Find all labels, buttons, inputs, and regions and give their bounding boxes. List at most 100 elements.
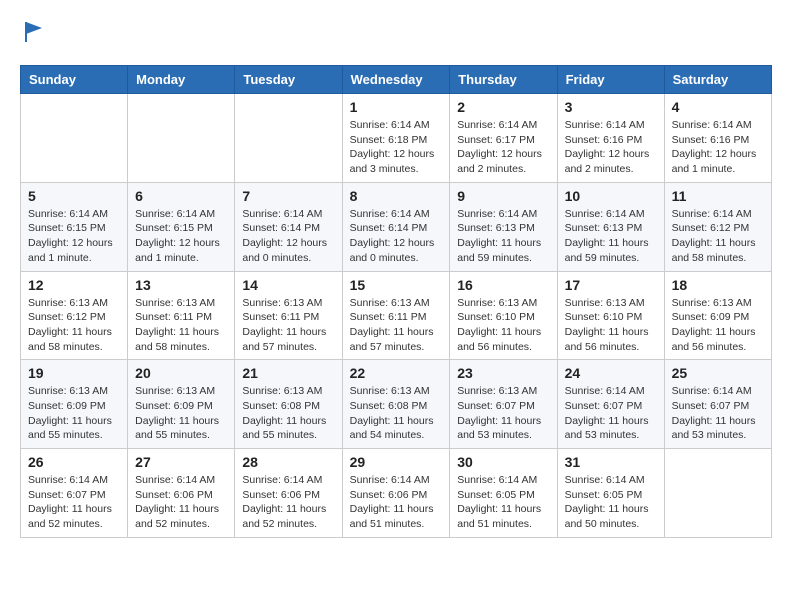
- cell-day-number: 9: [457, 188, 549, 204]
- day-header-tuesday: Tuesday: [235, 66, 342, 94]
- cell-info-text: Sunrise: 6:14 AMSunset: 6:07 PMDaylight:…: [565, 384, 657, 443]
- calendar-cell: 20 Sunrise: 6:13 AMSunset: 6:09 PMDayligh…: [128, 360, 235, 449]
- cell-day-number: 23: [457, 365, 549, 381]
- cell-info-text: Sunrise: 6:14 AMSunset: 6:07 PMDaylight:…: [672, 384, 764, 443]
- cell-info-text: Sunrise: 6:13 AMSunset: 6:11 PMDaylight:…: [242, 296, 334, 355]
- cell-info-text: Sunrise: 6:14 AMSunset: 6:13 PMDaylight:…: [457, 207, 549, 266]
- calendar-table: SundayMondayTuesdayWednesdayThursdayFrid…: [20, 65, 772, 538]
- cell-info-text: Sunrise: 6:14 AMSunset: 6:06 PMDaylight:…: [350, 473, 443, 532]
- cell-info-text: Sunrise: 6:14 AMSunset: 6:14 PMDaylight:…: [242, 207, 334, 266]
- cell-info-text: Sunrise: 6:13 AMSunset: 6:08 PMDaylight:…: [242, 384, 334, 443]
- cell-info-text: Sunrise: 6:14 AMSunset: 6:15 PMDaylight:…: [28, 207, 120, 266]
- cell-day-number: 29: [350, 454, 443, 470]
- calendar-week-3: 12 Sunrise: 6:13 AMSunset: 6:12 PMDayligh…: [21, 271, 772, 360]
- day-header-wednesday: Wednesday: [342, 66, 450, 94]
- day-header-saturday: Saturday: [664, 66, 771, 94]
- cell-day-number: 24: [565, 365, 657, 381]
- cell-info-text: Sunrise: 6:14 AMSunset: 6:13 PMDaylight:…: [565, 207, 657, 266]
- calendar-cell: 14 Sunrise: 6:13 AMSunset: 6:11 PMDayligh…: [235, 271, 342, 360]
- cell-info-text: Sunrise: 6:14 AMSunset: 6:18 PMDaylight:…: [350, 118, 443, 177]
- day-header-monday: Monday: [128, 66, 235, 94]
- cell-info-text: Sunrise: 6:14 AMSunset: 6:14 PMDaylight:…: [350, 207, 443, 266]
- calendar-cell: 8 Sunrise: 6:14 AMSunset: 6:14 PMDaylight…: [342, 182, 450, 271]
- cell-day-number: 25: [672, 365, 764, 381]
- calendar-cell: 1 Sunrise: 6:14 AMSunset: 6:18 PMDaylight…: [342, 94, 450, 183]
- cell-day-number: 19: [28, 365, 120, 381]
- cell-day-number: 11: [672, 188, 764, 204]
- cell-info-text: Sunrise: 6:14 AMSunset: 6:15 PMDaylight:…: [135, 207, 227, 266]
- calendar-cell: [21, 94, 128, 183]
- calendar-cell: 22 Sunrise: 6:13 AMSunset: 6:08 PMDayligh…: [342, 360, 450, 449]
- cell-info-text: Sunrise: 6:14 AMSunset: 6:05 PMDaylight:…: [457, 473, 549, 532]
- calendar-cell: [235, 94, 342, 183]
- cell-info-text: Sunrise: 6:14 AMSunset: 6:05 PMDaylight:…: [565, 473, 657, 532]
- calendar-cell: [664, 449, 771, 538]
- cell-info-text: Sunrise: 6:13 AMSunset: 6:10 PMDaylight:…: [457, 296, 549, 355]
- cell-info-text: Sunrise: 6:13 AMSunset: 6:07 PMDaylight:…: [457, 384, 549, 443]
- calendar-cell: 4Sunrise: 6:14 AMSunset: 6:16 PMDaylight…: [664, 94, 771, 183]
- calendar-cell: 28Sunrise: 6:14 AMSunset: 6:06 PMDayligh…: [235, 449, 342, 538]
- day-header-thursday: Thursday: [450, 66, 557, 94]
- day-header-sunday: Sunday: [21, 66, 128, 94]
- cell-info-text: Sunrise: 6:13 AMSunset: 6:09 PMDaylight:…: [28, 384, 120, 443]
- cell-info-text: Sunrise: 6:13 AMSunset: 6:11 PMDaylight:…: [350, 296, 443, 355]
- calendar-week-5: 26Sunrise: 6:14 AMSunset: 6:07 PMDayligh…: [21, 449, 772, 538]
- calendar-cell: 6Sunrise: 6:14 AMSunset: 6:15 PMDaylight…: [128, 182, 235, 271]
- cell-day-number: 27: [135, 454, 227, 470]
- cell-day-number: 21: [242, 365, 334, 381]
- logo: [20, 20, 46, 49]
- calendar-cell: [128, 94, 235, 183]
- cell-day-number: 16: [457, 277, 549, 293]
- calendar-cell: 21 Sunrise: 6:13 AMSunset: 6:08 PMDayligh…: [235, 360, 342, 449]
- cell-info-text: Sunrise: 6:13 AMSunset: 6:08 PMDaylight:…: [350, 384, 443, 443]
- calendar-header: SundayMondayTuesdayWednesdayThursdayFrid…: [21, 66, 772, 94]
- calendar-cell: 11 Sunrise: 6:14 AMSunset: 6:12 PMDayligh…: [664, 182, 771, 271]
- cell-day-number: 12: [28, 277, 120, 293]
- cell-day-number: 8: [350, 188, 443, 204]
- calendar-cell: 26Sunrise: 6:14 AMSunset: 6:07 PMDayligh…: [21, 449, 128, 538]
- calendar-cell: 25 Sunrise: 6:14 AMSunset: 6:07 PMDayligh…: [664, 360, 771, 449]
- cell-day-number: 22: [350, 365, 443, 381]
- cell-info-text: Sunrise: 6:13 AMSunset: 6:09 PMDaylight:…: [135, 384, 227, 443]
- calendar-cell: 3 Sunrise: 6:14 AMSunset: 6:16 PMDaylight…: [557, 94, 664, 183]
- cell-day-number: 20: [135, 365, 227, 381]
- logo-text: [20, 20, 46, 49]
- cell-day-number: 13: [135, 277, 227, 293]
- cell-day-number: 26: [28, 454, 120, 470]
- calendar-cell: 13 Sunrise: 6:13 AMSunset: 6:11 PMDayligh…: [128, 271, 235, 360]
- cell-day-number: 18: [672, 277, 764, 293]
- cell-info-text: Sunrise: 6:14 AMSunset: 6:06 PMDaylight:…: [135, 473, 227, 532]
- calendar-cell: 7 Sunrise: 6:14 AMSunset: 6:14 PMDaylight…: [235, 182, 342, 271]
- cell-day-number: 14: [242, 277, 334, 293]
- calendar-cell: 15 Sunrise: 6:13 AMSunset: 6:11 PMDayligh…: [342, 271, 450, 360]
- calendar-cell: 30Sunrise: 6:14 AMSunset: 6:05 PMDayligh…: [450, 449, 557, 538]
- calendar-cell: 29 Sunrise: 6:14 AMSunset: 6:06 PMDayligh…: [342, 449, 450, 538]
- calendar-cell: 16 Sunrise: 6:13 AMSunset: 6:10 PMDayligh…: [450, 271, 557, 360]
- cell-day-number: 3: [565, 99, 657, 115]
- cell-day-number: 31: [565, 454, 657, 470]
- cell-info-text: Sunrise: 6:13 AMSunset: 6:12 PMDaylight:…: [28, 296, 120, 355]
- calendar-week-2: 5 Sunrise: 6:14 AMSunset: 6:15 PMDaylight…: [21, 182, 772, 271]
- cell-info-text: Sunrise: 6:14 AMSunset: 6:16 PMDaylight:…: [565, 118, 657, 177]
- cell-info-text: Sunrise: 6:14 AMSunset: 6:17 PMDaylight:…: [457, 118, 549, 177]
- cell-day-number: 7: [242, 188, 334, 204]
- calendar-cell: 31 Sunrise: 6:14 AMSunset: 6:05 PMDayligh…: [557, 449, 664, 538]
- logo-flag-icon: [22, 20, 46, 44]
- cell-info-text: Sunrise: 6:14 AMSunset: 6:12 PMDaylight:…: [672, 207, 764, 266]
- calendar-cell: 2Sunrise: 6:14 AMSunset: 6:17 PMDaylight…: [450, 94, 557, 183]
- cell-day-number: 28: [242, 454, 334, 470]
- cell-day-number: 4: [672, 99, 764, 115]
- cell-day-number: 15: [350, 277, 443, 293]
- cell-info-text: Sunrise: 6:13 AMSunset: 6:09 PMDaylight:…: [672, 296, 764, 355]
- calendar-cell: 24 Sunrise: 6:14 AMSunset: 6:07 PMDayligh…: [557, 360, 664, 449]
- calendar-week-1: 1 Sunrise: 6:14 AMSunset: 6:18 PMDaylight…: [21, 94, 772, 183]
- calendar-cell: 12 Sunrise: 6:13 AMSunset: 6:12 PMDayligh…: [21, 271, 128, 360]
- cell-day-number: 5: [28, 188, 120, 204]
- day-header-friday: Friday: [557, 66, 664, 94]
- cell-day-number: 1: [350, 99, 443, 115]
- calendar-cell: 17Sunrise: 6:13 AMSunset: 6:10 PMDayligh…: [557, 271, 664, 360]
- cell-info-text: Sunrise: 6:13 AMSunset: 6:11 PMDaylight:…: [135, 296, 227, 355]
- calendar-cell: 27 Sunrise: 6:14 AMSunset: 6:06 PMDayligh…: [128, 449, 235, 538]
- calendar-week-4: 19 Sunrise: 6:13 AMSunset: 6:09 PMDayligh…: [21, 360, 772, 449]
- calendar-cell: 5 Sunrise: 6:14 AMSunset: 6:15 PMDaylight…: [21, 182, 128, 271]
